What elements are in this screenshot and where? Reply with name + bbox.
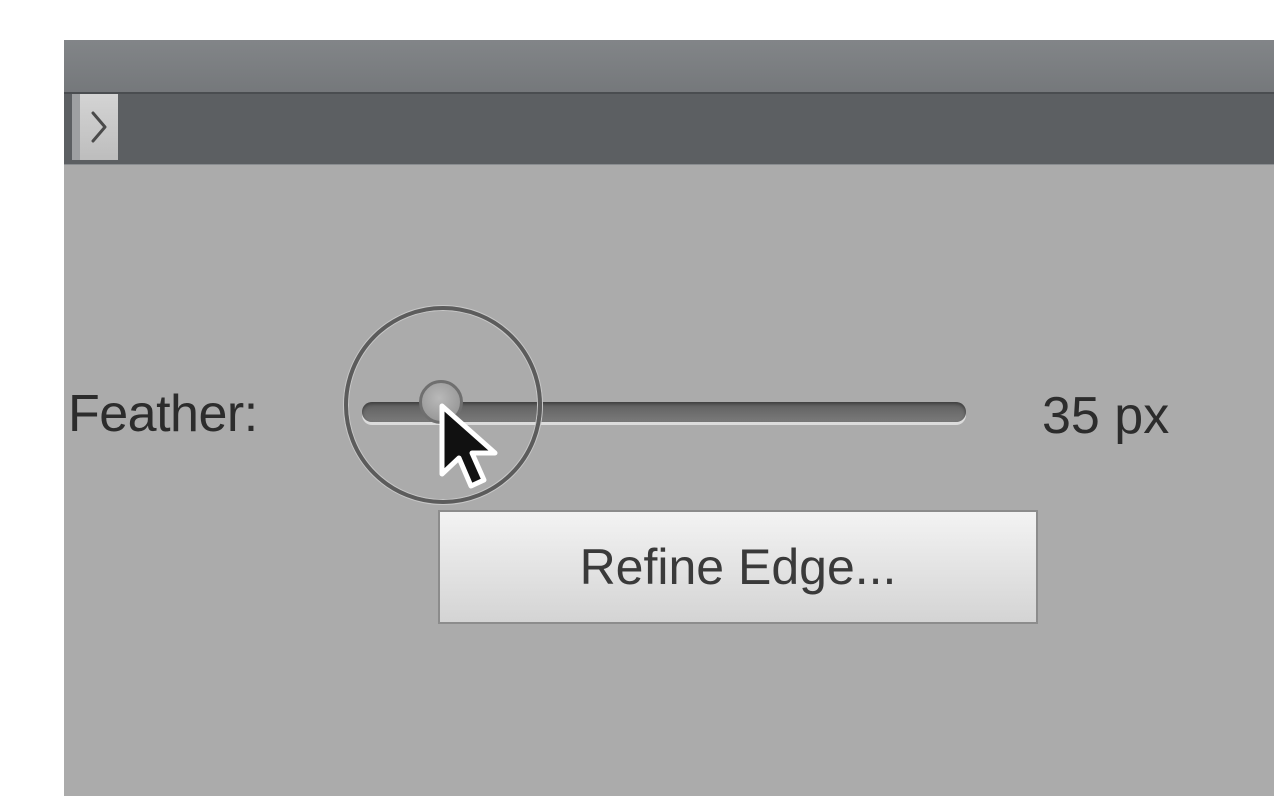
expand-button[interactable]	[72, 94, 118, 160]
refine-edge-button[interactable]: Refine Edge...	[438, 510, 1038, 624]
chevron-right-icon	[91, 111, 107, 143]
feather-value: 35 px	[1042, 387, 1170, 445]
feather-slider-thumb[interactable]	[418, 380, 463, 424]
panel-toolbar	[64, 94, 1274, 165]
feather-slider[interactable]	[362, 380, 966, 432]
feather-panel: Feather: 35 px Refine Edge...	[64, 40, 1274, 796]
panel-title-bar[interactable]	[64, 40, 1274, 94]
feather-label: Feather:	[68, 385, 258, 443]
